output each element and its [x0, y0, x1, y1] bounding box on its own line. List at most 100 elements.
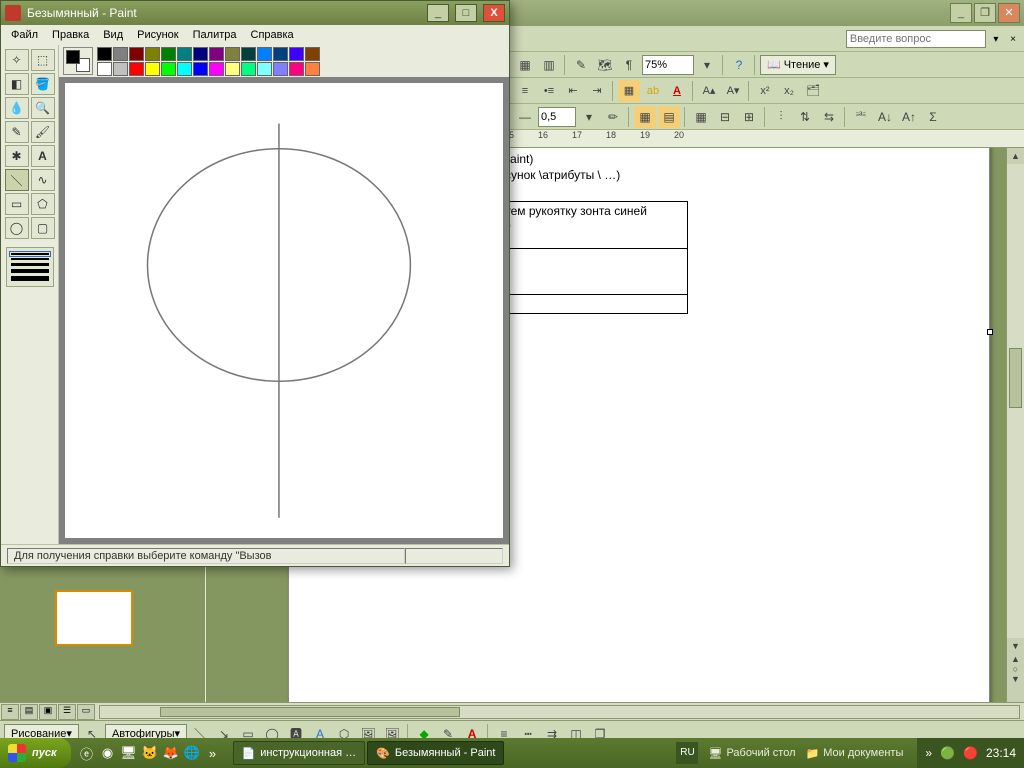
palette-color[interactable]: [177, 62, 192, 76]
superscript-icon[interactable]: x²: [754, 80, 776, 102]
zoom-select[interactable]: [642, 55, 694, 75]
foreground-color-swatch[interactable]: [66, 50, 80, 64]
ql-media-icon[interactable]: ◉: [98, 742, 118, 764]
paint-maximize-button[interactable]: □: [455, 4, 477, 22]
palette-color[interactable]: [241, 62, 256, 76]
line-style-icon[interactable]: —: [514, 106, 536, 128]
ql-desktop-icon[interactable]: 🖥: [119, 742, 139, 764]
tables-borders-icon[interactable]: ▦: [514, 54, 536, 76]
scroll-up-icon[interactable]: ▲: [1007, 148, 1024, 164]
palette-color[interactable]: [209, 62, 224, 76]
palette-color[interactable]: [257, 62, 272, 76]
vscroll-thumb[interactable]: [1009, 348, 1022, 408]
shrink-font-icon[interactable]: A▾: [722, 80, 744, 102]
menu-help[interactable]: Справка: [245, 27, 300, 43]
palette-color[interactable]: [97, 62, 112, 76]
help-icon[interactable]: ?: [728, 54, 750, 76]
palette-color[interactable]: [113, 47, 128, 61]
web-view-button[interactable]: ▤: [20, 704, 38, 720]
task-paint[interactable]: 🎨 Безымянный - Paint: [367, 741, 504, 765]
paint-titlebar[interactable]: Безымянный - Paint _ □ X: [1, 1, 509, 25]
autoformat-icon[interactable]: ⎃: [850, 106, 872, 128]
word-close-button[interactable]: ✕: [998, 3, 1020, 23]
palette-color[interactable]: [129, 62, 144, 76]
page-thumbnail[interactable]: [55, 590, 133, 646]
line-width-3[interactable]: [11, 263, 49, 266]
palette-color[interactable]: [193, 62, 208, 76]
palette-color[interactable]: [273, 62, 288, 76]
palette-color[interactable]: [305, 62, 320, 76]
distribute-rows-icon[interactable]: ⇅: [794, 106, 816, 128]
reading-view-button[interactable]: ▭: [77, 704, 95, 720]
palette-color[interactable]: [241, 47, 256, 61]
doc-map-icon[interactable]: 🗺: [594, 54, 616, 76]
shading-icon[interactable]: ▤: [658, 106, 680, 128]
ql-app1-icon[interactable]: 🐱: [140, 742, 160, 764]
tool-polygon[interactable]: ⬠: [31, 193, 55, 215]
palette-color[interactable]: [129, 47, 144, 61]
menu-file[interactable]: Файл: [5, 27, 44, 43]
outside-border-icon[interactable]: ▦: [618, 80, 640, 102]
line-width-4[interactable]: [11, 269, 49, 273]
increase-indent-icon[interactable]: ⇥: [586, 80, 608, 102]
palette-color[interactable]: [225, 62, 240, 76]
zoom-dropdown-icon[interactable]: ▾: [696, 54, 718, 76]
palette-color[interactable]: [145, 62, 160, 76]
outline-view-button[interactable]: ☰: [58, 704, 76, 720]
sort-asc-icon[interactable]: A↓: [874, 106, 896, 128]
distribute-cols-icon[interactable]: ⇆: [818, 106, 840, 128]
ql-app2-icon[interactable]: 🦊: [161, 742, 181, 764]
merge-cells-icon[interactable]: ⊟: [714, 106, 736, 128]
palette-color[interactable]: [225, 47, 240, 61]
table-resize-handle[interactable]: [987, 329, 993, 335]
grow-font-icon[interactable]: A▴: [698, 80, 720, 102]
line-width-5[interactable]: [11, 276, 49, 281]
menu-colors[interactable]: Палитра: [187, 27, 243, 43]
paint-canvas[interactable]: [65, 83, 503, 538]
tray-icon-1[interactable]: 🟢: [940, 746, 955, 760]
borders-icon[interactable]: ▦: [634, 106, 656, 128]
menu-view[interactable]: Вид: [97, 27, 129, 43]
help-dropdown-icon[interactable]: ▾: [989, 34, 1003, 45]
tray-icon-2[interactable]: 🔴: [963, 746, 978, 760]
line-width-1[interactable]: [11, 253, 49, 255]
tool-picker[interactable]: 💧: [5, 97, 29, 119]
palette-color[interactable]: [177, 47, 192, 61]
ql-more-icon[interactable]: »: [203, 742, 223, 764]
align-cell-icon[interactable]: ⫶: [770, 106, 792, 128]
tool-eraser[interactable]: ◧: [5, 73, 29, 95]
scroll-down-icon[interactable]: ▼: [1007, 638, 1024, 654]
palette-color[interactable]: [305, 47, 320, 61]
sort-desc-icon[interactable]: A↑: [898, 106, 920, 128]
subscript-icon[interactable]: x₂: [778, 80, 800, 102]
palette-color[interactable]: [257, 47, 272, 61]
palette-color[interactable]: [193, 47, 208, 61]
tool-curve[interactable]: ∿: [31, 169, 55, 191]
tray-clock[interactable]: 23:14: [986, 746, 1016, 760]
start-button[interactable]: пуск: [0, 738, 71, 768]
palette-color[interactable]: [209, 47, 224, 61]
paint-minimize-button[interactable]: _: [427, 4, 449, 22]
tool-rectangle[interactable]: ▭: [5, 193, 29, 215]
tool-pencil[interactable]: ✎: [5, 121, 29, 143]
drawing-icon[interactable]: ✎: [570, 54, 592, 76]
ql-app3-icon[interactable]: 🌐: [182, 742, 202, 764]
line-weight-dropdown-icon[interactable]: ▾: [578, 106, 600, 128]
tool-fill[interactable]: 🪣: [31, 73, 55, 95]
palette-color[interactable]: [161, 62, 176, 76]
line-width-2[interactable]: [11, 258, 49, 260]
palette-color[interactable]: [145, 47, 160, 61]
styles-pane-icon[interactable]: 🗂: [802, 80, 824, 102]
tray-expand-icon[interactable]: »: [925, 746, 932, 760]
current-colors[interactable]: [63, 47, 93, 75]
split-cells-icon[interactable]: ⊞: [738, 106, 760, 128]
tool-freeform-select[interactable]: ✧: [5, 49, 29, 71]
palette-color[interactable]: [289, 47, 304, 61]
reading-layout-button[interactable]: 📖 Чтение ▾: [760, 55, 836, 75]
font-color-icon[interactable]: A: [666, 80, 688, 102]
print-view-button[interactable]: ▣: [39, 704, 57, 720]
tool-select[interactable]: ⬚: [31, 49, 55, 71]
insert-table-icon[interactable]: ▦: [690, 106, 712, 128]
palette-color[interactable]: [161, 47, 176, 61]
normal-view-button[interactable]: ≡: [1, 704, 19, 720]
